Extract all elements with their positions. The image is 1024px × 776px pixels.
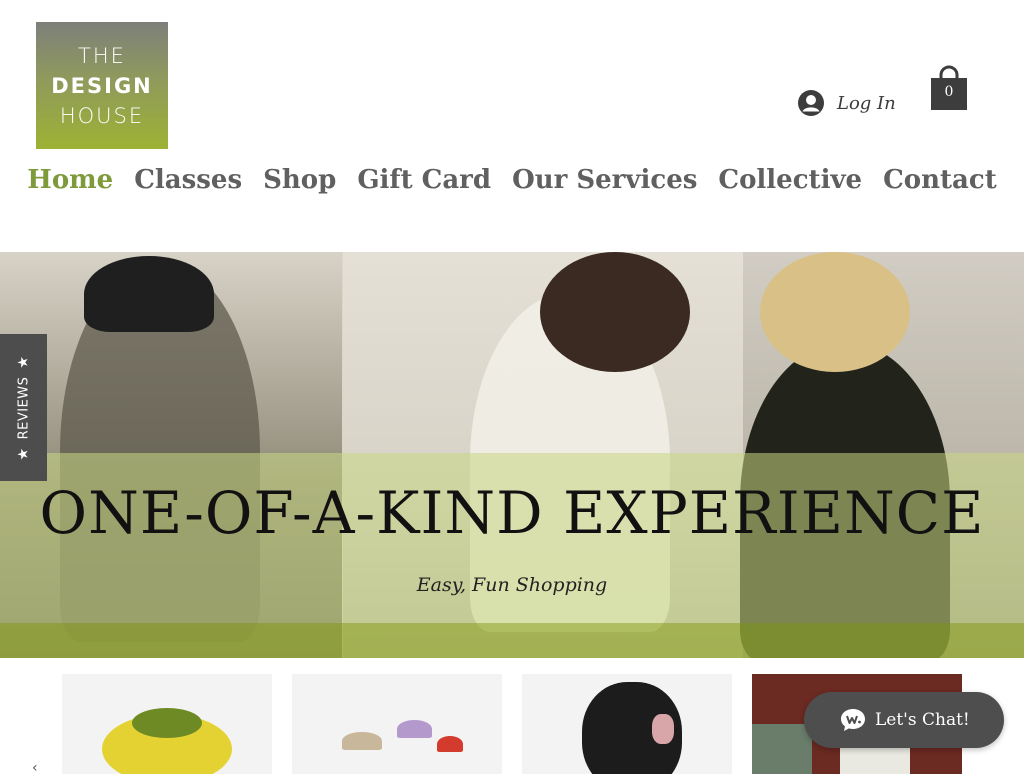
product-card-mushrooms[interactable]	[292, 674, 502, 774]
leaves-shape	[132, 708, 202, 738]
creature-nose	[652, 714, 674, 744]
model-hair-right	[760, 252, 910, 372]
login-label: Log In	[837, 92, 896, 114]
mushroom-purple	[397, 720, 432, 738]
star-icon: ★	[15, 446, 32, 460]
craft-shape-1	[752, 724, 812, 774]
craft-shape-2	[840, 744, 910, 774]
chat-bubble-icon	[804, 707, 875, 733]
nav-item-gift-card[interactable]: Gift Card	[357, 160, 491, 200]
nav-item-home[interactable]: Home	[27, 160, 113, 200]
product-card-felted-creature[interactable]	[522, 674, 732, 774]
model-hair-middle	[540, 252, 690, 372]
site-logo[interactable]: THE DESIGN HOUSE	[36, 22, 168, 149]
login-button[interactable]: Log In	[798, 88, 896, 118]
main-nav: Home Classes Shop Gift Card Our Services…	[0, 160, 1024, 200]
product-card-pumpkins[interactable]	[62, 674, 272, 774]
chat-label: Let's Chat!	[875, 710, 970, 730]
carousel-prev-arrow[interactable]: ‹	[32, 760, 38, 776]
nav-item-our-services[interactable]: Our Services	[512, 160, 697, 200]
cart-count: 0	[944, 84, 954, 100]
nav-item-contact[interactable]: Contact	[883, 160, 997, 200]
nav-item-shop[interactable]: Shop	[263, 160, 336, 200]
user-avatar-icon	[798, 90, 824, 116]
hero-bottom-strip	[0, 623, 1024, 658]
mushroom-tan	[342, 732, 382, 750]
star-icon: ★	[15, 355, 32, 369]
hero-subheadline: Easy, Fun Shopping	[416, 574, 608, 596]
reviews-tab[interactable]: ★ REVIEWS ★	[0, 334, 47, 481]
nav-item-collective[interactable]: Collective	[718, 160, 862, 200]
hero-headline: ONE-OF-A-KIND EXPERIENCE	[39, 479, 985, 547]
model-hat	[84, 256, 214, 332]
cart-button[interactable]: 0	[929, 64, 969, 112]
logo-line-3: HOUSE	[59, 103, 145, 128]
logo-line-1: THE	[78, 43, 126, 68]
reviews-label: REVIEWS	[16, 376, 32, 439]
logo-line-2: DESIGN	[51, 73, 153, 98]
chat-button[interactable]: Let's Chat!	[804, 692, 1004, 748]
mushroom-red	[437, 736, 463, 752]
hero-banner: ONE-OF-A-KIND EXPERIENCE Easy, Fun Shopp…	[0, 252, 1024, 658]
nav-item-classes[interactable]: Classes	[134, 160, 242, 200]
